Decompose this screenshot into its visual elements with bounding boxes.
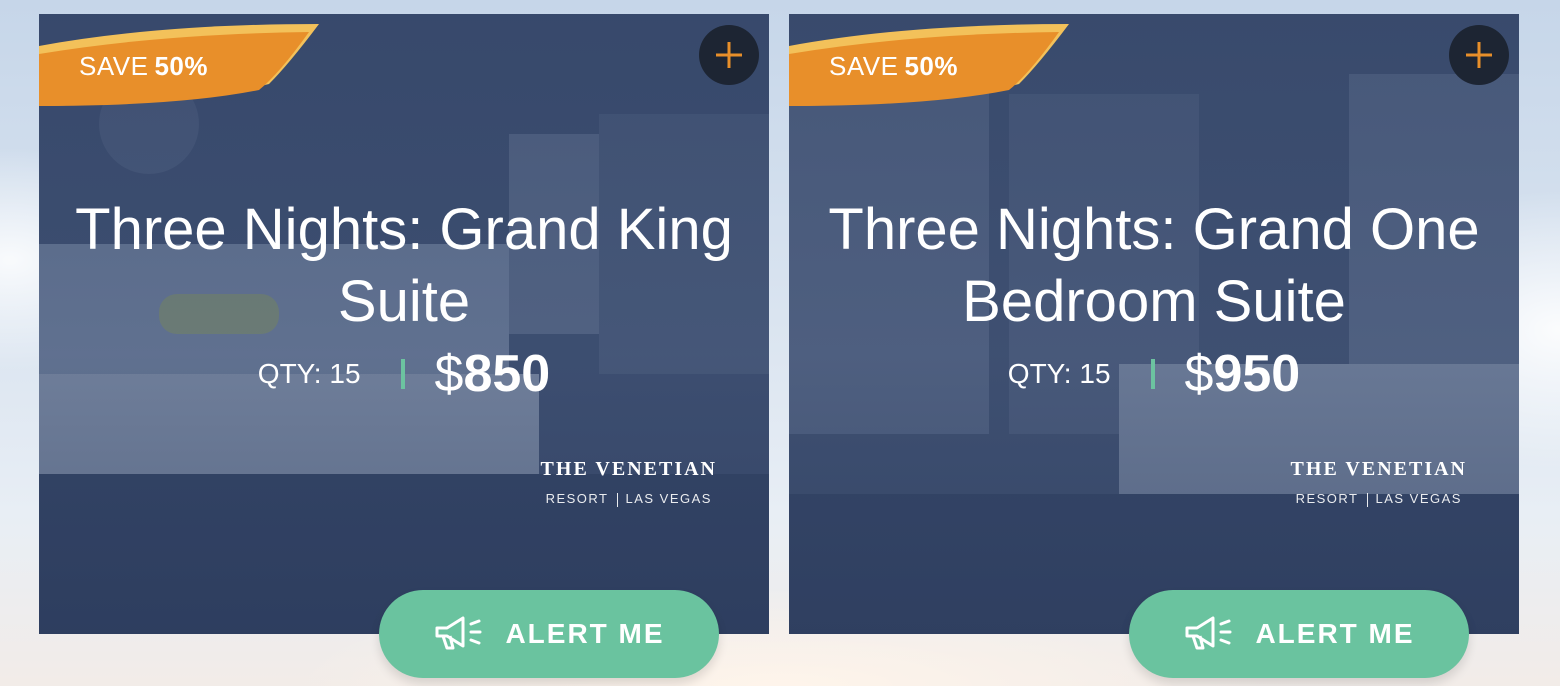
auction-card[interactable]: SAVE 50% Three Nights: Grand King Suite Q… — [39, 14, 769, 678]
save-text: SAVE 50% — [829, 51, 958, 82]
venetian-logo: THE VENETIAN RESORT LAS VEGAS — [541, 458, 717, 507]
save-percent: 50% — [904, 51, 958, 81]
logo-name: THE VENETIAN — [540, 458, 717, 480]
logo-sub-right: LAS VEGAS — [625, 491, 712, 506]
price-separator — [1150, 359, 1155, 389]
plus-icon[interactable] — [1449, 25, 1509, 85]
megaphone-icon — [1185, 616, 1232, 650]
logo-subtitle: RESORT LAS VEGAS — [541, 491, 717, 507]
currency-symbol: $ — [1184, 345, 1214, 403]
save-ribbon: SAVE 50% — [789, 24, 1079, 106]
alert-me-label: ALERT ME — [1255, 618, 1415, 649]
logo-sub-right: LAS VEGAS — [1375, 491, 1462, 506]
price: $950 — [1185, 346, 1301, 402]
alert-me-label: ALERT ME — [505, 618, 665, 649]
save-text: SAVE 50% — [79, 51, 208, 82]
price-bar: QTY: 15 $950 — [789, 344, 1519, 404]
price-separator — [400, 359, 405, 389]
save-ribbon: SAVE 50% — [39, 24, 329, 106]
megaphone-icon — [435, 616, 482, 650]
logo-sub-left: RESORT — [545, 491, 609, 506]
save-prefix: SAVE — [79, 51, 149, 81]
card-title: Three Nights: Grand King Suite — [75, 197, 733, 334]
price-amount: 950 — [1213, 345, 1301, 403]
price-bar: QTY: 15 $850 — [39, 344, 769, 404]
quantity: QTY: 15 — [1007, 358, 1111, 389]
save-percent: 50% — [154, 51, 208, 81]
quantity: QTY: 15 — [257, 358, 361, 389]
card-title: Three Nights: Grand One Bedroom Suite — [828, 197, 1480, 334]
price: $850 — [435, 346, 551, 402]
logo-subtitle: RESORT LAS VEGAS — [1291, 491, 1467, 507]
logo-sub-left: RESORT — [1295, 491, 1359, 506]
logo-name: THE VENETIAN — [1290, 458, 1467, 480]
venetian-logo: THE VENETIAN RESORT LAS VEGAS — [1291, 458, 1467, 507]
price-amount: 850 — [463, 345, 551, 403]
plus-icon[interactable] — [699, 25, 759, 85]
alert-me-button[interactable]: ALERT ME — [1129, 590, 1469, 678]
alert-me-button[interactable]: ALERT ME — [379, 590, 719, 678]
currency-symbol: $ — [434, 345, 464, 403]
save-prefix: SAVE — [829, 51, 899, 81]
auction-card[interactable]: SAVE 50% Three Nights: Grand One Bedroom … — [789, 14, 1519, 678]
